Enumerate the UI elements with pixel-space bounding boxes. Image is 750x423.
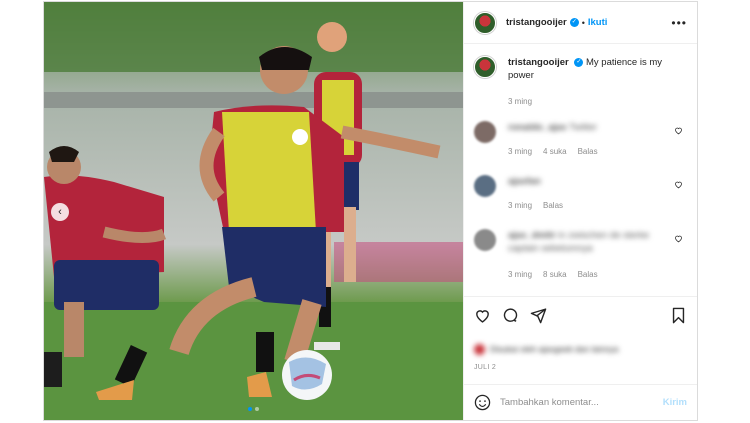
likes-summary[interactable]: Disukai oleh ajaxgeek dan lainnya [464,334,697,364]
post-card: ‹ tristangooijer ✓ • Ikuti ••• tristango… [43,1,698,421]
verified-icon: ✓ [574,57,584,67]
author-avatar[interactable] [474,11,496,34]
bookmark-icon[interactable] [670,307,687,324]
caption-row: tristangooijer ✓ My patience is my power… [474,56,687,108]
caption-avatar[interactable] [474,56,496,78]
comment-text: ajaxfan 3 ming Balas [508,175,668,212]
comment-avatar[interactable] [474,121,496,143]
comment-meta: 3 ming Balas [508,199,668,212]
post-side-panel: tristangooijer ✓ • Ikuti ••• tristangooi… [463,2,697,420]
caption-username[interactable]: tristangooijer [508,57,569,68]
heart-icon[interactable] [674,126,683,135]
send-comment-button[interactable]: Kirim [663,397,687,408]
comment-text: ajax_dmitr in zwischen de sterke captain… [508,229,668,281]
post-actions [464,296,697,334]
caption-text: tristangooijer ✓ My patience is my power… [508,56,668,108]
heart-icon[interactable] [674,234,683,243]
comment-username[interactable]: ajax_dmitr in zwischen de sterke captain… [508,230,649,254]
post-media[interactable]: ‹ [44,2,463,420]
comment-meta: 3 ming 4 suka Balas [508,145,668,158]
comment-reply-button[interactable]: Balas [578,145,598,158]
comment-icon[interactable] [502,307,519,324]
comment-time: 3 ming [508,270,533,279]
carousel-dot [255,407,259,411]
likes-text: Disukai oleh ajaxgeek dan lainnya [474,343,619,355]
comment-likes[interactable]: 8 suka [543,268,567,281]
comment-row: ronaldo_ajax Twitter 3 ming 4 suka Balas [474,121,687,158]
comment-time: 3 ming [508,147,533,156]
author-username[interactable]: tristangooijer [506,17,567,28]
comment-username[interactable]: ronaldo_ajax Twitter [508,122,597,133]
add-comment-bar: Tambahkan komentar... Kirim [464,384,697,420]
comment-text: ronaldo_ajax Twitter 3 ming 4 suka Balas [508,121,668,158]
comment-row: ajax_dmitr in zwischen de sterke captain… [474,229,687,281]
comment-time: 3 ming [508,201,533,210]
comment-avatar[interactable] [474,229,496,251]
more-options-icon[interactable]: ••• [671,16,687,30]
comment-row: ajaxfan 3 ming Balas [474,175,687,212]
instagram-post-view: ‹ tristangooijer ✓ • Ikuti ••• tristango… [0,0,750,423]
carousel-dot-active [248,407,252,411]
comment-username[interactable]: ajaxfan [508,176,541,187]
heart-icon[interactable] [674,180,683,189]
follow-button[interactable]: Ikuti [588,17,608,28]
liker-avatar [474,343,485,355]
carousel-dots [44,407,463,411]
emoji-icon[interactable] [474,394,491,411]
heart-icon[interactable] [474,307,491,324]
post-header: tristangooijer ✓ • Ikuti ••• [464,2,697,44]
post-date[interactable]: JULI 2 [464,364,697,384]
comment-reply-button[interactable]: Balas [578,268,598,281]
comment-avatar[interactable] [474,175,496,197]
share-icon[interactable] [530,307,547,324]
comment-reply-button[interactable]: Balas [543,199,563,212]
header-separator: • [581,17,585,28]
verified-icon: ✓ [569,18,579,27]
caption-meta: 3 ming [508,95,668,108]
caption-time: 3 ming [508,97,533,106]
comment-input[interactable]: Tambahkan komentar... [500,397,599,408]
comment-meta: 3 ming 8 suka Balas [508,268,668,281]
comments-list[interactable]: tristangooijer ✓ My patience is my power… [464,44,697,296]
comment-likes[interactable]: 4 suka [543,145,567,158]
post-photo [44,2,463,420]
carousel-prev-icon[interactable]: ‹ [51,203,69,221]
